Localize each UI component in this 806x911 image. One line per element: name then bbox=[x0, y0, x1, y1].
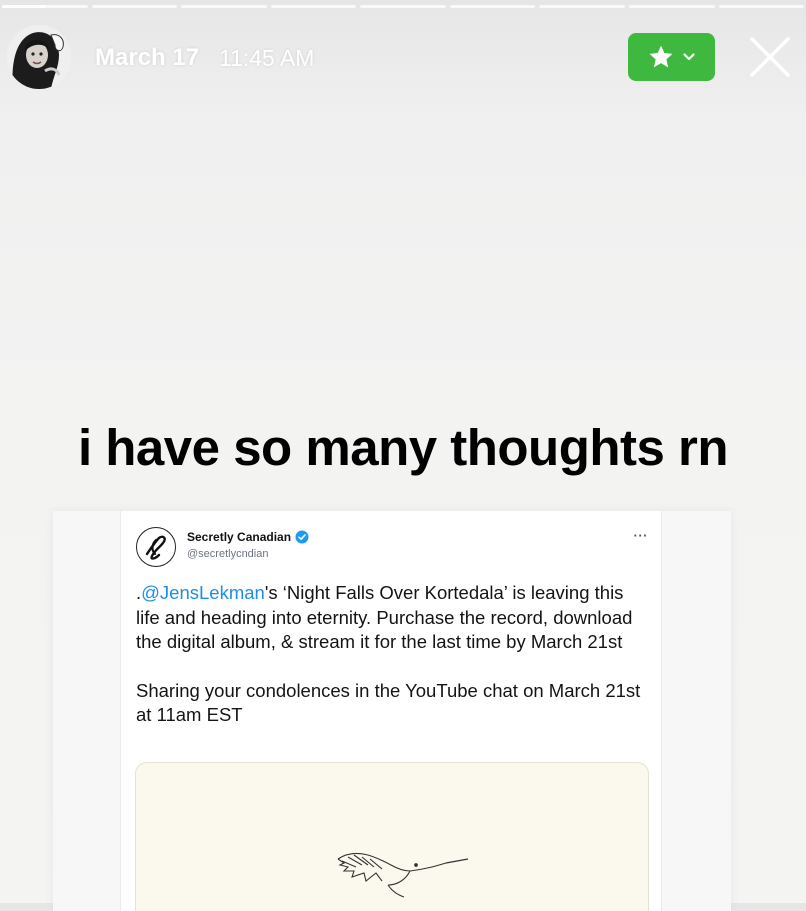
story-caption: i have so many thoughts rn bbox=[77, 419, 729, 476]
tweet-paragraph-1: .@JensLekman's ‘Night Falls Over Korteda… bbox=[136, 581, 641, 655]
tweet-media[interactable] bbox=[135, 762, 649, 911]
story-progress-segment bbox=[360, 5, 446, 8]
account-logo[interactable] bbox=[136, 527, 176, 567]
account-handle[interactable]: @secretlycndian bbox=[187, 548, 268, 560]
star-icon bbox=[649, 45, 673, 68]
chevron-down-icon bbox=[683, 53, 695, 61]
verified-badge-icon bbox=[295, 530, 309, 544]
story-progress-segment bbox=[539, 5, 625, 8]
avatar[interactable] bbox=[7, 25, 71, 89]
story-date: March 17 bbox=[95, 44, 200, 71]
story-progress-segment bbox=[628, 5, 715, 8]
story-progress-segment bbox=[181, 5, 267, 8]
hummingbird-illustration-icon bbox=[337, 852, 469, 898]
mention-link[interactable]: @JensLekman bbox=[141, 582, 265, 603]
story-progress-segment bbox=[449, 5, 536, 8]
story-progress-segment bbox=[270, 5, 357, 8]
tweet-body: .@JensLekman's ‘Night Falls Over Korteda… bbox=[136, 581, 641, 728]
account-name-text: Secretly Canadian bbox=[187, 530, 292, 544]
close-friends-button[interactable] bbox=[628, 33, 715, 81]
secretly-canadian-logo-icon bbox=[145, 535, 166, 560]
tweet-paragraph-2: Sharing your condolences in the YouTube … bbox=[136, 679, 641, 726]
story-progress-fill bbox=[2, 5, 45, 8]
story-progress-segment bbox=[718, 5, 805, 8]
story-progress-segment bbox=[2, 5, 88, 8]
story-header: March 17 11:45 AM bbox=[7, 24, 792, 90]
account-name[interactable]: Secretly Canadian bbox=[187, 530, 309, 544]
tweet-card: Secretly Canadian @secretlycndian ··· .@… bbox=[120, 511, 662, 911]
more-options-icon[interactable]: ··· bbox=[634, 528, 649, 543]
tweet-screenshot: Secretly Canadian @secretlycndian ··· .@… bbox=[53, 511, 731, 911]
close-icon bbox=[750, 37, 790, 77]
story-progress-bar bbox=[0, 5, 806, 9]
story-time: 11:45 AM bbox=[219, 45, 315, 71]
story-progress-segment bbox=[91, 5, 178, 8]
avatar-photo-icon bbox=[7, 25, 71, 89]
close-button[interactable] bbox=[747, 34, 793, 80]
